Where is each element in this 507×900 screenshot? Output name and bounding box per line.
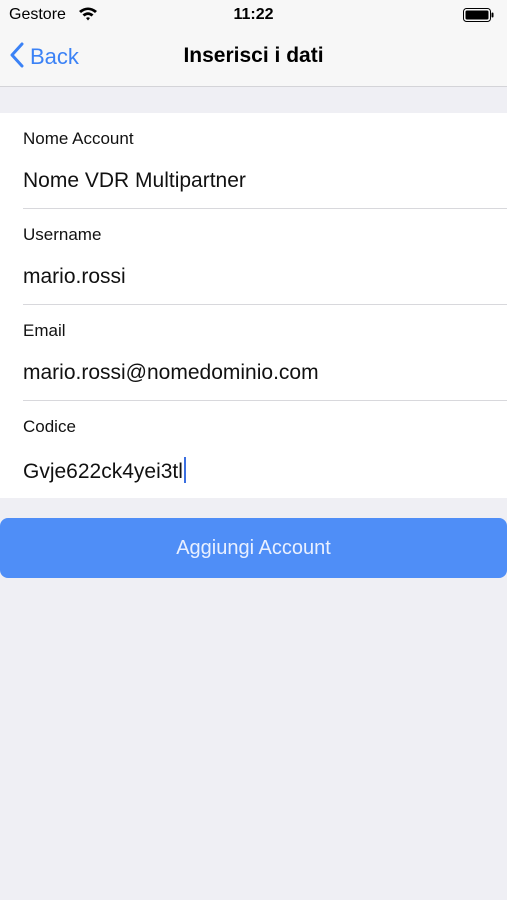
account-name-label: Nome Account: [23, 129, 134, 148]
email-input[interactable]: mario.rossi@nomedominio.com: [23, 361, 319, 385]
add-account-button[interactable]: Aggiungi Account: [0, 518, 507, 578]
status-bar: Gestore 11:22: [0, 0, 507, 30]
username-label: Username: [23, 225, 102, 244]
status-time: 11:22: [233, 6, 274, 23]
navigation-bar: Back Inserisci i dati: [0, 30, 507, 87]
email-label: Email: [23, 321, 66, 340]
account-name-input[interactable]: Nome VDR Multipartner: [23, 169, 246, 193]
username-field[interactable]: Username mario.rossi: [0, 209, 507, 305]
code-input-wrapper[interactable]: Gvje622ck4yei3tl: [23, 457, 186, 484]
battery-icon: [463, 8, 494, 22]
username-input[interactable]: mario.rossi: [23, 265, 126, 289]
account-form: Nome Account Nome VDR Multipartner Usern…: [0, 113, 507, 498]
page-title: Inserisci i dati: [183, 44, 324, 67]
code-field[interactable]: Codice Gvje622ck4yei3tl: [0, 401, 507, 497]
email-field[interactable]: Email mario.rossi@nomedominio.com: [0, 305, 507, 401]
text-cursor: [183, 457, 186, 483]
code-input[interactable]: Gvje622ck4yei3tl: [23, 460, 183, 483]
code-label: Codice: [23, 417, 76, 436]
account-name-field[interactable]: Nome Account Nome VDR Multipartner: [0, 113, 507, 209]
